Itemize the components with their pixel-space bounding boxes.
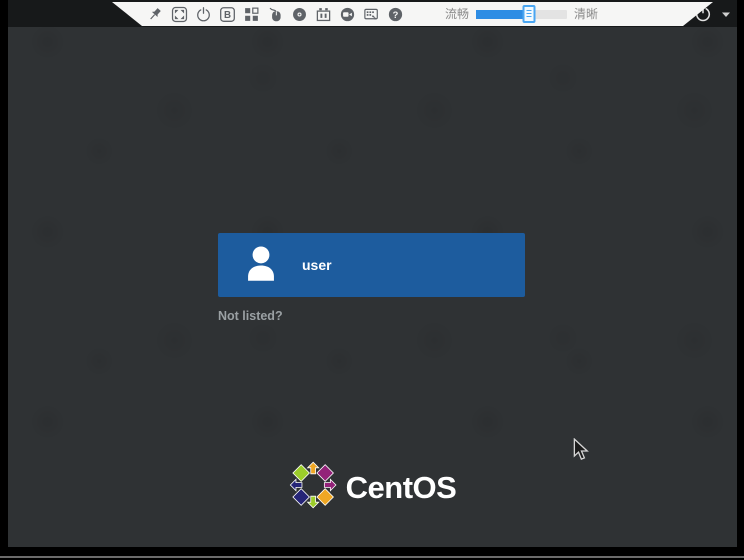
file-transfer-icon[interactable]: [314, 5, 333, 24]
remote-screen: B: [8, 0, 737, 547]
quality-slider-fill: [476, 10, 529, 19]
disc-icon[interactable]: [290, 5, 309, 24]
centos-logo-icon: [289, 461, 337, 514]
slider-smooth-label: 流畅: [445, 2, 469, 26]
not-listed-link[interactable]: Not listed?: [218, 309, 283, 323]
toolbar-icon-row: B: [146, 5, 405, 24]
mouse-cursor: [573, 438, 591, 467]
mouse-icon[interactable]: [266, 5, 285, 24]
app-blocks-icon[interactable]: [242, 5, 261, 24]
window-bottom-edge: [0, 556, 744, 558]
centos-wordmark: CentOS: [346, 470, 457, 506]
slider-clear-label: 清晰: [574, 2, 598, 26]
remote-desktop-window: B: [0, 0, 744, 560]
user-tile-username: user: [302, 257, 332, 273]
svg-text:?: ?: [393, 10, 399, 20]
quality-slider-group: 流畅 清晰: [445, 2, 598, 26]
user-avatar-icon: [238, 241, 284, 290]
quality-slider-handle[interactable]: [522, 5, 535, 23]
user-tile[interactable]: user: [218, 233, 525, 297]
svg-text:B: B: [224, 10, 231, 21]
centos-branding: CentOS: [289, 461, 457, 514]
pin-icon[interactable]: [146, 5, 165, 24]
fullscreen-icon[interactable]: [170, 5, 189, 24]
caret-down-icon[interactable]: [721, 11, 731, 18]
letter-b-icon[interactable]: B: [218, 5, 237, 24]
power-session-icon[interactable]: [194, 5, 213, 24]
remote-control-toolbar: B: [112, 2, 713, 26]
quality-slider-track[interactable]: [476, 10, 567, 19]
soft-keyboard-icon[interactable]: [362, 5, 381, 24]
screen-record-icon[interactable]: [338, 5, 357, 24]
help-icon[interactable]: ?: [386, 5, 405, 24]
